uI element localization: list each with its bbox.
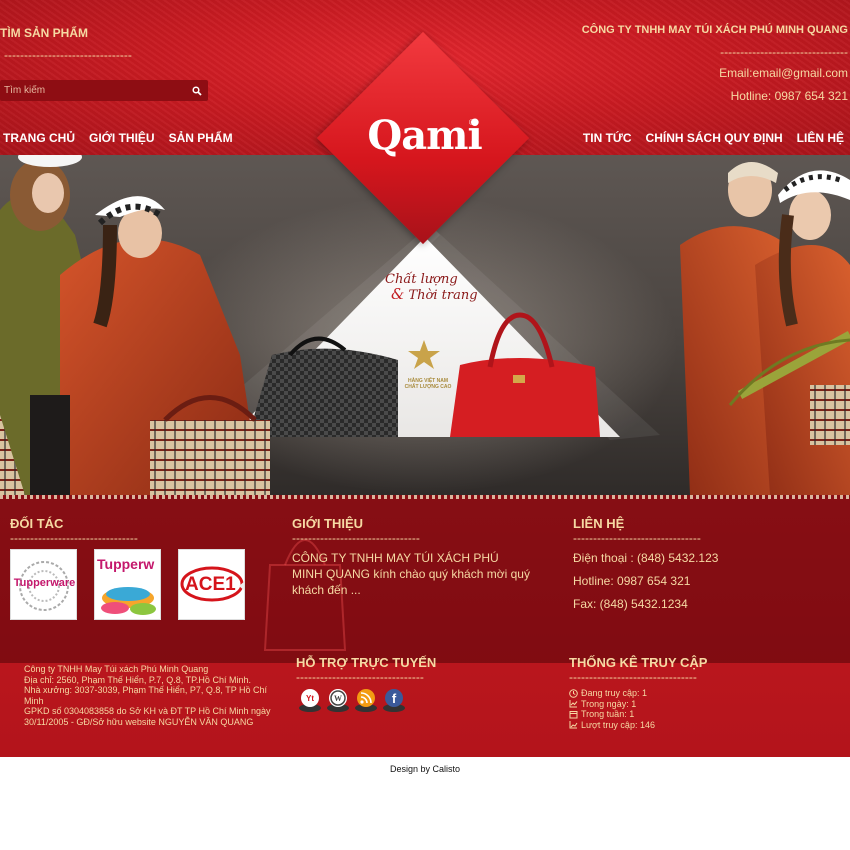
partner-logo-text: Tupperw — [97, 556, 155, 572]
nav-contact[interactable]: LIÊN HỆ — [797, 131, 844, 145]
divider: -------------------------------- — [720, 45, 848, 59]
contact-phone: Điện thoại : (848) 5432.123 — [573, 551, 719, 565]
calendar-icon — [569, 710, 578, 719]
design-credit[interactable]: Design by Calisto — [0, 764, 850, 774]
support-heading: HỖ TRỢ TRỰC TUYẾN — [296, 655, 437, 670]
model-photo-left — [0, 155, 270, 495]
svg-text:Yt: Yt — [306, 694, 314, 703]
address-line: GPKD số 0304083858 do Sở KH và ĐT TP Hồ … — [24, 706, 271, 727]
search-icon — [192, 85, 202, 96]
contact-fax: Fax: (848) 5432.1234 — [573, 597, 688, 611]
stat-today: Trong ngày: 1 — [569, 699, 655, 710]
company-name: CÔNG TY TNHH MAY TÚI XÁCH PHÚ MINH QUANG — [581, 24, 848, 36]
site-footer: ĐỐI TÁC --------------------------------… — [0, 495, 850, 757]
search-input[interactable] — [0, 80, 186, 101]
nav-policy[interactable]: CHÍNH SÁCH QUY ĐỊNH — [646, 131, 783, 145]
stat-week: Trong tuần: 1 — [569, 709, 655, 720]
divider: -------------------------------- — [296, 670, 424, 684]
partner-logo-text: Tupperware — [13, 577, 76, 589]
header-email: Email:email@gmail.com — [719, 66, 848, 80]
chart-icon — [569, 700, 578, 708]
divider: -------------------------------- — [569, 670, 697, 684]
stat-total: Lượt truy cập: 146 — [569, 720, 655, 731]
clock-icon — [569, 688, 578, 698]
social-icons: Yt W f — [297, 687, 407, 713]
divider: -------------------------------- — [292, 531, 420, 545]
address-line: Công ty TNHH May Túi xách Phú Minh Quang — [24, 664, 209, 674]
search-title: TÌM SẢN PHẨM — [0, 26, 88, 40]
stats-heading: THỐNG KÊ TRUY CẬP — [569, 655, 708, 670]
main-nav-right: TIN TỨC CHÍNH SÁCH QUY ĐỊNH LIÊN HỆ — [583, 131, 844, 145]
divider: -------------------------------- — [573, 531, 701, 545]
model-photo-right — [680, 162, 850, 495]
divider: -------------------------------- — [4, 48, 132, 62]
contact-heading: LIÊN HỆ — [573, 516, 625, 531]
main-nav-left: TRANG CHỦ GIỚI THIỆU SẢN PHẨM — [3, 131, 233, 145]
facebook-icon[interactable]: f — [381, 687, 407, 713]
search-button[interactable] — [186, 80, 208, 101]
partner-logo-ace[interactable]: ACE1 — [178, 549, 245, 620]
divider: -------------------------------- — [10, 531, 138, 545]
address-line: Địa chỉ: 2560, Phạm Thế Hiển, P.7, Q.8, … — [24, 674, 251, 685]
nav-home[interactable]: TRANG CHỦ — [3, 131, 75, 145]
slogan-line-2: Thời trang — [408, 288, 478, 303]
contact-hotline: Hotline: 0987 654 321 — [573, 574, 691, 588]
nav-products[interactable]: SẢN PHẨM — [169, 131, 233, 145]
slogan-amp: & — [391, 285, 405, 303]
visitor-stats: Đang truy cập: 1 Trong ngày: 1 Trong tuầ… — [569, 688, 655, 730]
wordpress-icon[interactable]: W — [325, 687, 351, 713]
stat-online: Đang truy cập: 1 — [569, 688, 655, 699]
address-line: Nhà xưởng: 3037-3039, Phạm Thế Hiển, P7,… — [24, 685, 268, 706]
header-hotline: Hotline: 0987 654 321 — [730, 89, 848, 103]
nav-news[interactable]: TIN TỨC — [583, 131, 632, 145]
quality-badge: HÀNG VIỆT NAM CHẤT LƯỢNG CAO — [404, 378, 452, 390]
intro-text[interactable]: CÔNG TY TNHH MAY TÚI XÁCH PHÚ MINH QUANG… — [292, 550, 532, 598]
containers-icon — [101, 587, 156, 615]
graph-icon — [569, 721, 578, 729]
rss-icon[interactable] — [353, 687, 379, 713]
intro-heading: GIỚI THIỆU — [292, 516, 364, 531]
banner-slogan: Chất lượng & Thời trang — [385, 273, 495, 303]
partner-logo-tupperware-2[interactable]: Tupperw — [94, 549, 161, 620]
partner-logo-text: ACE1 — [185, 574, 236, 595]
svg-text:f: f — [392, 691, 397, 706]
partner-logo-tupperware[interactable]: Tupperware — [10, 549, 77, 620]
footer-stitch-divider — [0, 495, 850, 499]
svg-text:W: W — [334, 694, 342, 703]
partners-heading: ĐỐI TÁC — [10, 516, 64, 531]
search-box — [0, 80, 208, 101]
youtube-icon[interactable]: Yt — [297, 687, 323, 713]
company-address: Công ty TNHH May Túi xách Phú Minh Quang… — [24, 664, 272, 727]
nav-about[interactable]: GIỚI THIỆU — [89, 131, 155, 145]
logo-registered-mark: ® — [469, 118, 475, 127]
